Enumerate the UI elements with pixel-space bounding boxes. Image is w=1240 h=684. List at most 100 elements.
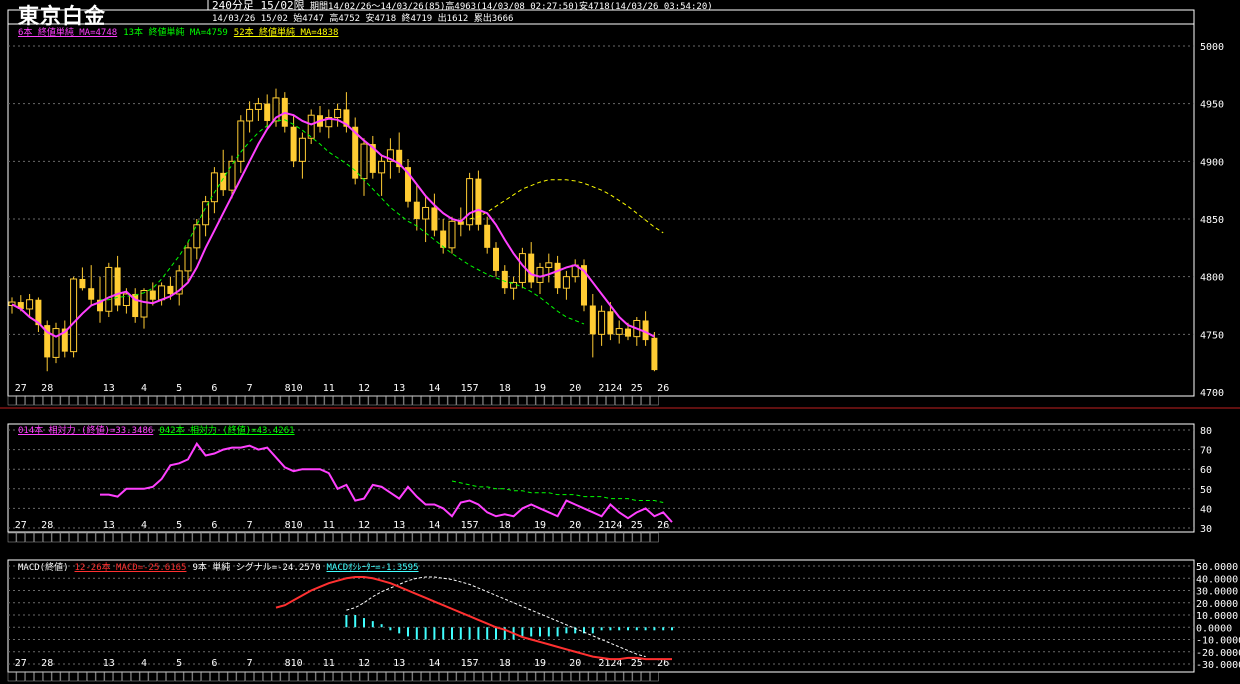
macd-x-label: 6 <box>211 658 217 669</box>
rsi-x-label: 13 <box>393 520 405 531</box>
rsi-x-label: 12 <box>358 520 370 531</box>
macd-x-label: 27 <box>15 658 27 669</box>
candle-body-up <box>307 114 315 139</box>
price-x-label: 28 <box>41 383 53 394</box>
chart-canvas: 500049504900485048004750470027 28 13 4 5 6 7 81… <box>0 0 1240 684</box>
macd-x-label: 7 <box>247 658 253 669</box>
macd-x-label: 810 <box>285 658 303 669</box>
rsi-x-label: 26 <box>657 520 669 531</box>
candle-body-up <box>105 266 113 312</box>
rsi-x-label: 6 <box>211 520 217 531</box>
rsi-x-label: 2124 <box>598 520 622 531</box>
price-x-label: 810 <box>285 383 303 394</box>
candle-body-up <box>448 220 456 249</box>
timeframe-label: 240分足 15/02限 <box>212 0 305 12</box>
rsi-legend: 014本 相対力 (終値)=33.3486 042本 相対力 (終値)=43.42… <box>18 426 301 437</box>
macd-legend: MACD(終値) 12-26本 MACD=-25.6165 9本 単純 シグナル=-… <box>18 563 425 574</box>
macd-label: MACD(終値) <box>18 563 69 573</box>
macd-tick-label: -30.0000 <box>1196 660 1240 671</box>
price-tick-label: 4750 <box>1200 330 1224 341</box>
ma52-legend: 52本 終値単純 MA=4838 <box>233 28 339 38</box>
macd-x-label: 19 <box>534 658 546 669</box>
candle-body-down <box>554 262 561 289</box>
candle-body-up <box>360 143 368 180</box>
macd-x-label: 13 <box>103 658 115 669</box>
price-tick-label: 4800 <box>1200 273 1224 284</box>
period-summary: 期間14/02/26～14/03/26(85)高4963(14/03/08 02… <box>310 2 713 12</box>
candle-body-down <box>88 288 95 300</box>
macd-tick-label: 30.0000 <box>1196 587 1238 598</box>
candle-body-down <box>149 290 156 300</box>
macd-tick-label: -10.0000 <box>1196 636 1240 647</box>
header-line-2: 14/03/26 15/02 始4747 高4752 安4718 終4719 出… <box>212 14 514 24</box>
macd-x-label: 5 <box>176 658 182 669</box>
price-tick-label: 4950 <box>1200 100 1224 111</box>
header-line-1: 240分足 15/02限 期間14/02/26～14/03/26(85)高496… <box>212 0 713 13</box>
candle-body-up <box>562 276 570 289</box>
price-ma-legend: 6本 終値単純 MA=4748 13本 終値単純 MA=4759 52本 終値単純 … <box>18 28 344 39</box>
candle-body-up <box>246 108 254 122</box>
macd-tick-label: 10.0000 <box>1196 611 1238 622</box>
price-x-label: 20 <box>569 383 581 394</box>
rsi-x-label: 19 <box>534 520 546 531</box>
rsi-x-label: 157 <box>461 520 479 531</box>
price-tick-label: 4850 <box>1200 215 1224 226</box>
macd-tick-label: 20.0000 <box>1196 599 1238 610</box>
price-tick-label: 5000 <box>1200 42 1224 53</box>
price-x-label: 13 <box>103 383 115 394</box>
candle-body-down <box>413 201 420 219</box>
macd-x-label: 20 <box>569 658 581 669</box>
macd-x-label: 25 <box>631 658 643 669</box>
rsi-x-label: 810 <box>285 520 303 531</box>
price-x-label: 19 <box>534 383 546 394</box>
rsi-x-label: 28 <box>41 520 53 531</box>
rsi-tick-label: 30 <box>1200 524 1212 535</box>
rsi-x-label: 25 <box>631 520 643 531</box>
candle-body-up <box>422 206 430 220</box>
macd-tick-label: -20.0000 <box>1196 648 1240 659</box>
macd-tick-label: 0.0000 <box>1196 623 1232 634</box>
candle-body-down <box>290 126 297 162</box>
candle-body-up <box>598 310 606 335</box>
price-x-label: 27 <box>15 383 27 394</box>
macd-tick-label: 40.0000 <box>1196 574 1238 585</box>
price-x-label: 5 <box>176 383 182 394</box>
macd-x-label: 12 <box>358 658 370 669</box>
candle-body-down <box>475 178 482 225</box>
candle-body-up <box>615 328 623 335</box>
candle-body-down <box>79 278 86 289</box>
ma13-legend: 13本 終値単純 MA=4759 <box>123 28 228 38</box>
rsi-x-label: 14 <box>428 520 440 531</box>
candle-body-up <box>378 160 386 174</box>
macd-x-label: 18 <box>499 658 511 669</box>
candle-body-up <box>140 290 148 318</box>
rsi-tick-label: 80 <box>1200 426 1212 437</box>
oscillator-legend: MACDｵｼﾚｰﾀｰ=-1.3595 <box>326 563 419 573</box>
macd-x-label: 28 <box>41 658 53 669</box>
price-x-label: 13 <box>393 383 405 394</box>
price-tick-label: 4700 <box>1200 388 1224 399</box>
price-x-label: 12 <box>358 383 370 394</box>
candle-body-up <box>545 262 553 268</box>
candle-body-down <box>114 267 121 306</box>
candle-body-down <box>167 285 174 294</box>
macd-x-label: 4 <box>141 658 147 669</box>
price-x-label: 11 <box>323 383 335 394</box>
rsi-tick-label: 40 <box>1200 504 1212 515</box>
candle-body-up <box>254 103 262 110</box>
macd-x-label: 14 <box>428 658 440 669</box>
candle-body-down <box>528 253 535 283</box>
rsi-tick-label: 70 <box>1200 446 1212 457</box>
macd-x-label: 157 <box>461 658 479 669</box>
ma6-legend: 6本 終値単純 MA=4748 <box>18 28 118 38</box>
signal-legend: 9本 単純 シグナル=-24.2570 <box>192 563 321 573</box>
rsi-x-label: 20 <box>569 520 581 531</box>
candle-body-up <box>26 299 34 310</box>
rsi-x-label: 7 <box>247 520 253 531</box>
candle-body-up <box>210 172 218 203</box>
macd-tick-label: 50.0000 <box>1196 562 1238 573</box>
price-x-label: 14 <box>428 383 440 394</box>
rsi-x-label: 5 <box>176 520 182 531</box>
candle-body-up <box>334 108 342 119</box>
price-x-label: 26 <box>657 383 669 394</box>
